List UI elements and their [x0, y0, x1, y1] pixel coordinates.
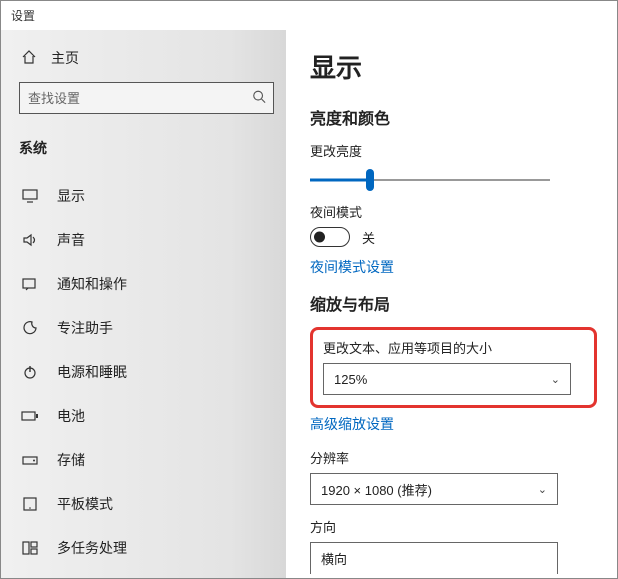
nightlight-toggle[interactable]	[310, 227, 350, 247]
sidebar-item-tablet[interactable]: 平板模式	[19, 482, 274, 526]
resolution-dropdown[interactable]: 1920 × 1080 (推荐) ⌄	[310, 473, 558, 505]
orientation-value: 横向	[321, 549, 347, 568]
sidebar-item-label: 显示	[57, 186, 85, 206]
search-box[interactable]	[19, 82, 274, 114]
sidebar-item-label: 电池	[57, 406, 85, 426]
brightness-label: 更改亮度	[310, 141, 597, 160]
sidebar-item-label: 电源和睡眠	[57, 362, 127, 382]
orientation-dropdown[interactable]: 横向	[310, 542, 558, 574]
scale-section-header: 缩放与布局	[310, 291, 597, 315]
slider-thumb[interactable]	[366, 169, 374, 191]
sidebar-item-label: 多任务处理	[57, 538, 127, 558]
sidebar-item-label: 专注助手	[57, 318, 113, 338]
sidebar-item-label: 通知和操作	[57, 274, 127, 294]
sidebar-item-sound[interactable]: 声音	[19, 218, 274, 262]
chevron-down-icon: ⌄	[538, 483, 547, 496]
orientation-label: 方向	[310, 517, 597, 536]
window-title: 设置	[1, 1, 617, 30]
brightness-slider[interactable]	[310, 166, 550, 194]
page-title: 显示	[310, 48, 597, 85]
sidebar: 主页 系统 显示 声音 通知和操作	[1, 30, 286, 578]
sidebar-item-multitask[interactable]: 多任务处理	[19, 526, 274, 570]
sound-icon	[21, 233, 39, 247]
brightness-section-header: 亮度和颜色	[310, 105, 597, 129]
resolution-label: 分辨率	[310, 448, 597, 467]
sidebar-item-focus[interactable]: 专注助手	[19, 306, 274, 350]
scale-highlight: 更改文本、应用等项目的大小 125% ⌄	[310, 327, 597, 408]
sidebar-item-notifications[interactable]: 通知和操作	[19, 262, 274, 306]
slider-fill	[310, 179, 370, 182]
multitask-icon	[21, 541, 39, 555]
storage-icon	[21, 454, 39, 466]
display-icon	[21, 189, 39, 203]
toggle-knob	[314, 232, 325, 243]
focus-icon	[21, 320, 39, 336]
chevron-down-icon: ⌄	[551, 373, 560, 386]
nightlight-label: 夜间模式	[310, 202, 597, 221]
scale-dropdown[interactable]: 125% ⌄	[323, 363, 571, 395]
content-pane: 显示 亮度和颜色 更改亮度 夜间模式 关 夜间模式设置 缩放与布局 更改文本、应…	[286, 30, 617, 578]
battery-icon	[21, 410, 39, 422]
nightlight-settings-link[interactable]: 夜间模式设置	[310, 257, 597, 277]
sidebar-item-label: 存储	[57, 450, 85, 470]
home-button[interactable]: 主页	[19, 38, 274, 82]
sidebar-item-storage[interactable]: 存储	[19, 438, 274, 482]
search-input[interactable]	[19, 82, 274, 114]
advanced-scaling-link[interactable]: 高级缩放设置	[310, 414, 597, 434]
sidebar-item-display[interactable]: 显示	[19, 174, 274, 218]
sidebar-item-power[interactable]: 电源和睡眠	[19, 350, 274, 394]
notifications-icon	[21, 277, 39, 291]
sidebar-group-title: 系统	[19, 130, 274, 174]
scale-value: 125%	[334, 372, 367, 387]
tablet-icon	[21, 497, 39, 511]
scale-label: 更改文本、应用等项目的大小	[323, 338, 584, 357]
nightlight-state: 关	[362, 228, 375, 247]
resolution-value: 1920 × 1080 (推荐)	[321, 480, 432, 499]
sidebar-item-label: 平板模式	[57, 494, 113, 514]
power-icon	[21, 364, 39, 380]
home-label: 主页	[51, 48, 79, 68]
sidebar-item-battery[interactable]: 电池	[19, 394, 274, 438]
sidebar-item-label: 声音	[57, 230, 85, 250]
home-icon	[21, 49, 37, 68]
